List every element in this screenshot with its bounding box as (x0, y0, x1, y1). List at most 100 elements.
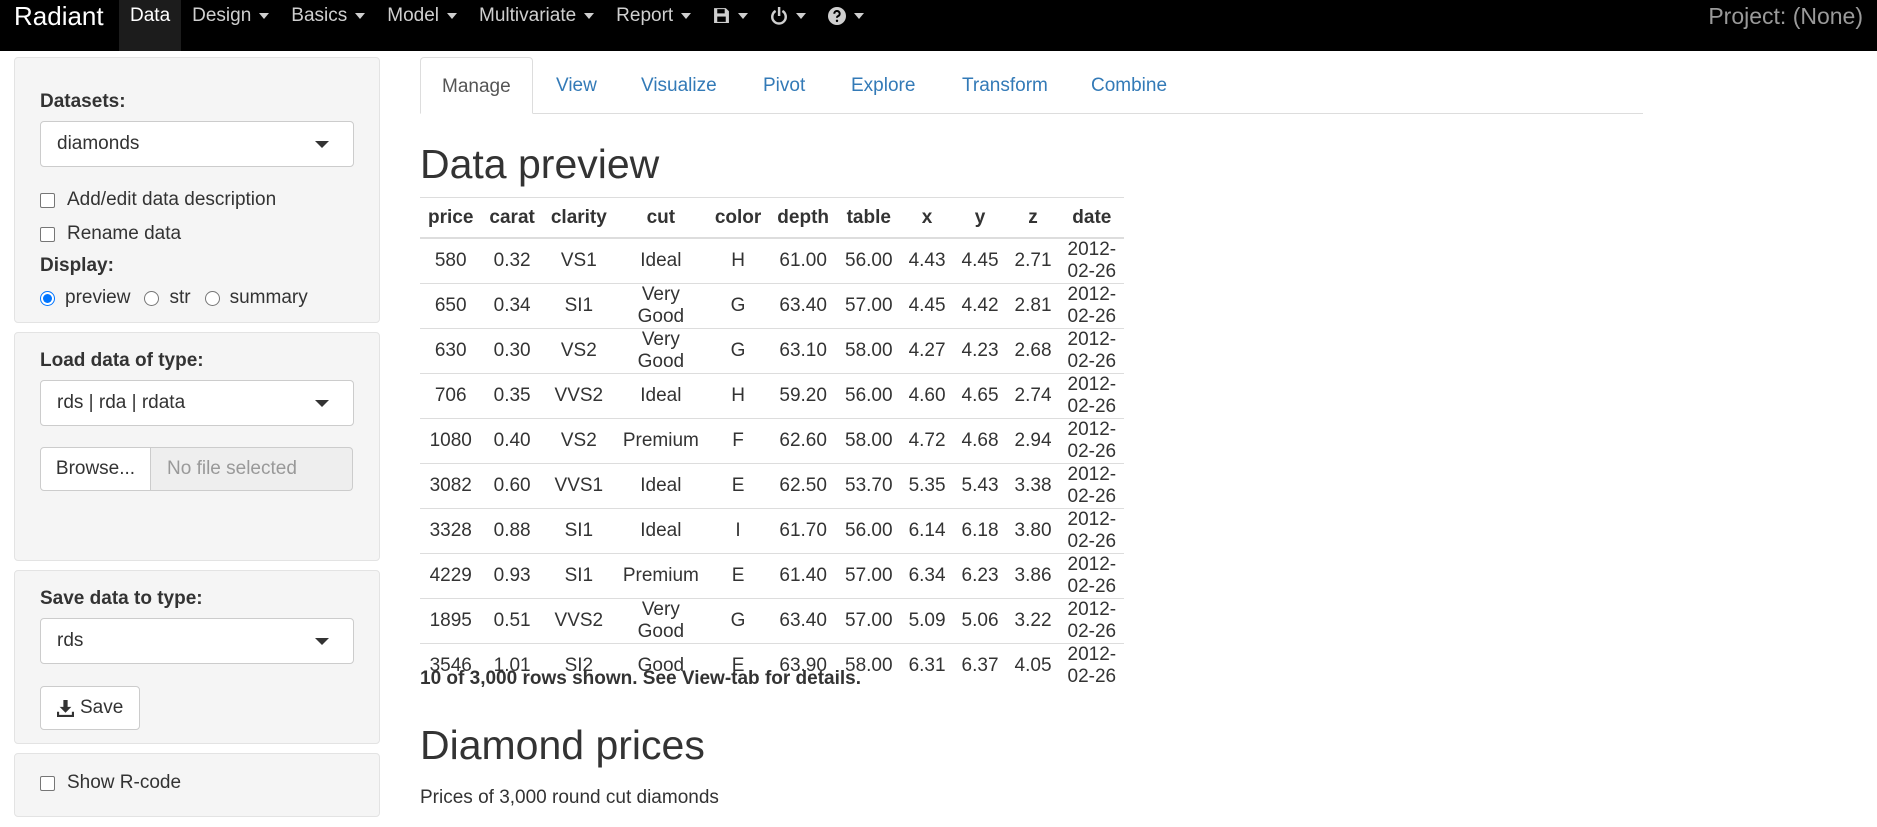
save-icon (714, 8, 730, 24)
table-cell: 2012-02-26 (1059, 508, 1125, 554)
load-type-select-value: rds | rda | rdata (57, 392, 186, 413)
table-cell: 2012-02-26 (1059, 463, 1125, 509)
show-rcode-checkbox[interactable]: Show R-code (40, 766, 354, 800)
caret-down-icon (738, 12, 749, 19)
table-cell: 2012-02-26 (1059, 373, 1125, 419)
tab-visualize[interactable]: Visualize (620, 57, 738, 113)
tab-explore[interactable]: Explore (830, 57, 936, 113)
table-row: 650 0.34 SI1 Very Good G 63.40 57.00 4.45 4.42 2.… (420, 283, 1125, 329)
show-rcode-label: Show R-code (67, 772, 182, 793)
table-cell: Very Good (614, 283, 707, 329)
table-cell: 0.40 (481, 418, 543, 464)
project-label[interactable]: Project: (None) (1708, 0, 1863, 32)
display-radio-summary[interactable]: summary (204, 281, 308, 315)
table-header-row: price carat clarity cut color depth table x y z da… (420, 197, 1125, 239)
table-row: 706 0.35 VVS2 Ideal H 59.20 56.00 4.60 4.65 2.74 2… (420, 373, 1125, 419)
table-cell: I (706, 508, 770, 554)
column-header: date (1059, 197, 1125, 239)
table-row: 630 0.30 VS2 Very Good G 63.10 58.00 4.27 4.23 2.… (420, 328, 1125, 374)
datasets-select-value: diamonds (57, 133, 140, 154)
nav-item-power[interactable] (759, 0, 817, 51)
checkbox-box[interactable] (40, 192, 55, 208)
nav-item-save[interactable] (702, 0, 759, 51)
tab-pivot[interactable]: Pivot (742, 57, 826, 113)
column-header: depth (769, 197, 838, 239)
display-radio-preview[interactable]: preview (40, 281, 130, 315)
table-cell: 1895 (420, 598, 482, 644)
table-body: 580 0.32 VS1 Ideal H 61.00 56.00 4.43 4.45 2.71 20… (420, 237, 1125, 688)
load-type-select[interactable]: rds | rda | rdata (40, 380, 354, 426)
nav-item-label: Design (192, 5, 252, 26)
table-cell: 0.30 (481, 328, 543, 374)
table-cell: 4.65 (953, 373, 1007, 419)
caret-down-icon (854, 12, 865, 19)
save-button[interactable]: Save (40, 686, 141, 730)
table-cell: 650 (420, 283, 482, 329)
table-cell: Ideal (614, 373, 707, 419)
table-cell: 58.00 (837, 418, 901, 464)
table-cell: E (706, 553, 770, 599)
table-cell: G (706, 283, 770, 329)
radio-button[interactable] (40, 290, 55, 306)
radio-button[interactable] (204, 290, 220, 306)
caret-down-icon (315, 141, 329, 148)
nav-item-report[interactable]: Report (605, 0, 702, 51)
table-cell: G (706, 598, 770, 644)
checkbox-box[interactable] (40, 226, 55, 242)
table-cell: 5.35 (900, 463, 954, 509)
tab-transform[interactable]: Transform (941, 57, 1069, 113)
table-cell: Very Good (614, 598, 707, 644)
display-radio-str[interactable]: str (144, 281, 191, 315)
table-cell: 63.40 (769, 598, 838, 644)
help-icon (828, 6, 847, 25)
datasets-panel: Datasets: diamonds Add/edit data descrip… (14, 57, 380, 323)
nav-item-data[interactable]: Data (119, 0, 182, 51)
table-cell: 4229 (420, 553, 482, 599)
table-cell: H (706, 237, 770, 284)
browse-button[interactable]: Browse... (40, 447, 151, 491)
table-cell: SI1 (542, 283, 615, 329)
tab-combine[interactable]: Combine (1070, 57, 1188, 113)
rows-shown-note: 10 of 3,000 rows shown. See View-tab for… (420, 668, 862, 689)
table-cell: 0.35 (481, 373, 543, 419)
checkbox-box[interactable] (40, 775, 55, 791)
table-cell: 6.34 (900, 553, 954, 599)
load-data-label: Load data of type: (40, 350, 204, 371)
table-cell: 630 (420, 328, 482, 374)
table-cell: 57.00 (837, 553, 901, 599)
tab-manage[interactable]: Manage (420, 57, 533, 114)
table-cell: 6.14 (900, 508, 954, 554)
table-cell: 5.09 (900, 598, 954, 644)
rename-data-checkbox[interactable]: Rename data (40, 217, 354, 251)
power-icon (771, 6, 788, 25)
tab-view[interactable]: View (535, 57, 618, 113)
nav-item-multivariate[interactable]: Multivariate (468, 0, 605, 51)
app-brand[interactable]: Radiant (14, 0, 104, 32)
table-cell: 1080 (420, 418, 482, 464)
table-cell: 706 (420, 373, 482, 419)
nav-item-label: Multivariate (479, 5, 577, 26)
table-cell: 3.22 (1006, 598, 1060, 644)
nav-item-label: Basics (291, 5, 348, 26)
table-cell: 6.37 (953, 643, 1007, 688)
table-cell: 61.70 (769, 508, 838, 554)
table-cell: 3.80 (1006, 508, 1060, 554)
save-type-select[interactable]: rds (40, 618, 354, 664)
table-cell: 2.68 (1006, 328, 1060, 374)
radio-button[interactable] (144, 290, 160, 306)
nav-item-help[interactable] (817, 0, 875, 51)
add-edit-description-label: Add/edit data description (67, 189, 277, 210)
nav-item-model[interactable]: Model (376, 0, 468, 51)
table-cell: 2.74 (1006, 373, 1060, 419)
nav-item-design[interactable]: Design (181, 0, 280, 51)
save-type-label: Save data to type: (40, 588, 203, 609)
table-cell: SI1 (542, 553, 615, 599)
column-header: cut (614, 197, 707, 239)
table-cell: H (706, 373, 770, 419)
radio-label: summary (229, 287, 308, 308)
datasets-select[interactable]: diamonds (40, 121, 354, 167)
table-cell: Ideal (614, 463, 707, 509)
nav-item-basics[interactable]: Basics (280, 0, 376, 51)
add-edit-description-checkbox[interactable]: Add/edit data description (40, 183, 354, 217)
file-name-field[interactable]: No file selected (151, 447, 353, 491)
